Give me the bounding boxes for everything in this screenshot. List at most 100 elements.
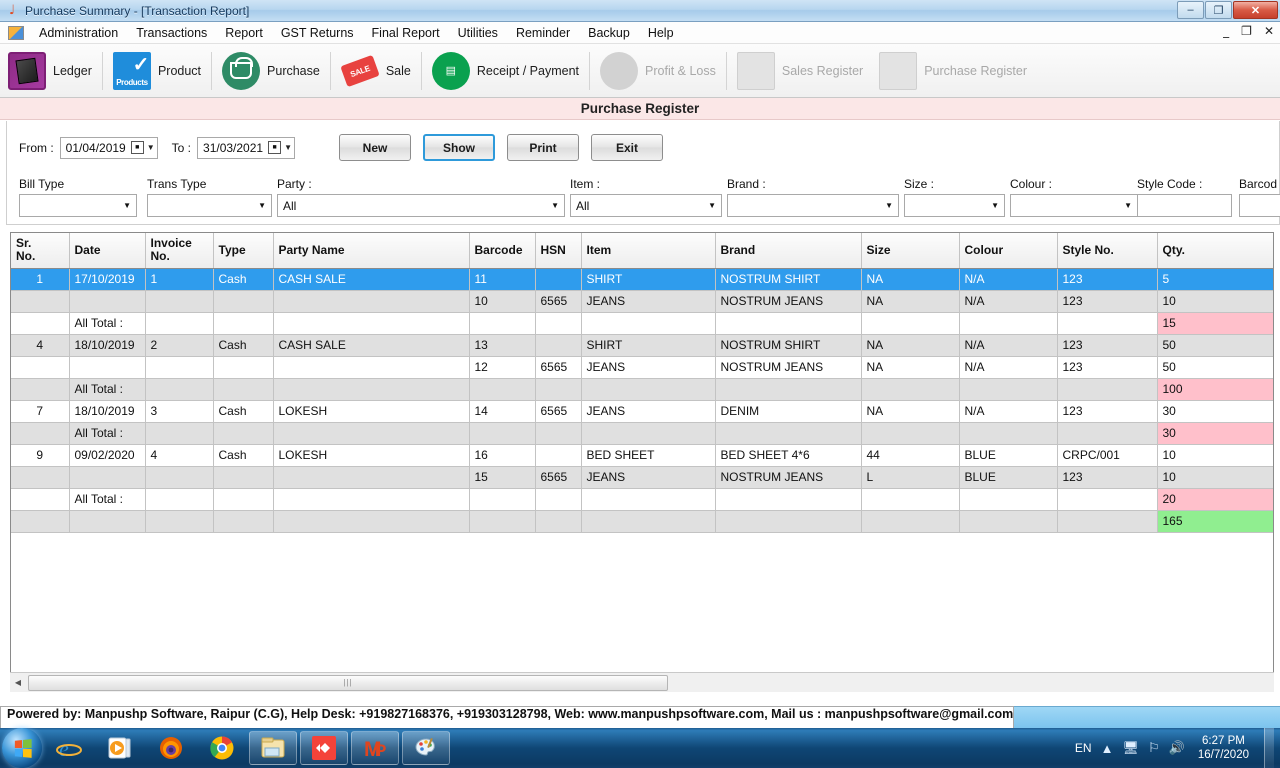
flag-icon[interactable]: ⚐	[1148, 740, 1160, 756]
from-date-input[interactable]: 01/04/2019 ■ ▼	[59, 136, 158, 159]
file-explorer-icon[interactable]	[249, 731, 297, 765]
table-row[interactable]: 7 18/10/2019 3 Cash LOKESH 14 6565 JEANS DENIM NA…	[11, 400, 1273, 423]
cell-type	[213, 312, 274, 335]
window-titlebar[interactable]: ♩ Purchase Summary - [Transaction Report…	[0, 0, 1280, 22]
network-icon[interactable]: 🖥	[1122, 740, 1139, 756]
print-button[interactable]: Print	[507, 134, 580, 161]
cell-barcode	[469, 422, 536, 445]
menu-item-gst-returns[interactable]: GST Returns	[272, 24, 363, 42]
col-header-invoice-no[interactable]: Invoice No.	[145, 233, 214, 269]
internet-explorer-icon[interactable]: e	[45, 731, 93, 765]
col-header-colour[interactable]: Colour	[959, 233, 1058, 269]
volume-icon[interactable]: 🔊	[1169, 740, 1185, 756]
mdi-minimize-button[interactable]: _	[1223, 24, 1229, 38]
trans-type-select[interactable]: ▼	[147, 194, 272, 217]
barcode-input[interactable]	[1239, 194, 1280, 217]
table-row[interactable]: All Total : 20	[11, 488, 1273, 511]
show-button[interactable]: Show	[423, 134, 496, 161]
menu-item-transactions[interactable]: Transactions	[127, 24, 216, 42]
col-header-brand[interactable]: Brand	[715, 233, 862, 269]
style-code-input[interactable]	[1137, 194, 1232, 217]
table-row[interactable]: All Total : 30	[11, 422, 1273, 445]
table-row[interactable]: 1 17/10/2019 1 Cash CASH SALE 11 SHIRT NOSTRUM …	[11, 268, 1273, 291]
clock[interactable]: 6:27 PM 16/7/2020	[1198, 734, 1249, 762]
language-indicator[interactable]: EN	[1075, 741, 1092, 755]
table-row[interactable]: 165	[11, 510, 1273, 533]
media-player-icon[interactable]	[96, 731, 144, 765]
purchase-register-grid[interactable]: Sr. No. Date Invoice No. Type Party Name B…	[10, 232, 1274, 692]
exit-button[interactable]: Exit	[591, 134, 664, 161]
toolbar-button-receipt-payment[interactable]: ▤ Receipt / Payment	[424, 44, 587, 98]
table-row[interactable]: 12 6565 JEANS NOSTRUM JEANS NA N/A 123 50	[11, 356, 1273, 379]
scroll-left-arrow-icon[interactable]: ◀	[10, 674, 26, 692]
table-row[interactable]: 4 18/10/2019 2 Cash CASH SALE 13 SHIRT NOSTRUM …	[11, 334, 1273, 357]
chrome-icon[interactable]	[198, 731, 246, 765]
show-hidden-icons-button[interactable]: ▲	[1101, 741, 1114, 756]
cell-date: All Total :	[69, 488, 146, 511]
table-row[interactable]: 9 09/02/2020 4 Cash LOKESH 16 BED SHEET BED SHE…	[11, 444, 1273, 467]
manpushp-app-icon[interactable]: MP	[351, 731, 399, 765]
toolbar-button-purchase[interactable]: Purchase	[214, 44, 328, 98]
menu-item-report[interactable]: Report	[216, 24, 272, 42]
table-row[interactable]: All Total : 15	[11, 312, 1273, 335]
mdi-restore-button[interactable]: ❐	[1241, 24, 1252, 38]
bill-type-select[interactable]: ▼	[19, 194, 137, 217]
menu-item-reminder[interactable]: Reminder	[507, 24, 579, 42]
footer-text: Powered by: Manpushp Software, Raipur (C…	[0, 706, 1015, 729]
grid-horizontal-scrollbar[interactable]: ◀ |||	[10, 672, 1274, 692]
filter-colour: Colour : ▼	[1010, 177, 1138, 217]
table-row[interactable]: All Total : 100	[11, 378, 1273, 401]
clock-time: 6:27 PM	[1202, 735, 1245, 747]
col-header-style-no[interactable]: Style No.	[1057, 233, 1158, 269]
close-button[interactable]: ✕	[1233, 1, 1278, 19]
menu-item-help[interactable]: Help	[639, 24, 683, 42]
firefox-icon[interactable]	[147, 731, 195, 765]
table-row[interactable]: 15 6565 JEANS NOSTRUM JEANS L BLUE 123 10	[11, 466, 1273, 489]
size-select[interactable]: ▼	[904, 194, 1005, 217]
col-header-date[interactable]: Date	[69, 233, 146, 269]
item-select[interactable]: All ▼	[570, 194, 722, 217]
calendar-icon[interactable]: ■	[130, 141, 144, 154]
mdi-close-button[interactable]: ✕	[1264, 24, 1274, 38]
menu-item-backup[interactable]: Backup	[579, 24, 639, 42]
chevron-down-icon: ▼	[123, 201, 131, 210]
menu-item-administration[interactable]: Administration	[30, 24, 127, 42]
toolbar-button-sale[interactable]: SALE Sale	[333, 44, 419, 98]
calendar-icon[interactable]: ■	[268, 141, 282, 154]
minimize-button[interactable]: –	[1177, 1, 1204, 19]
party-select[interactable]: All ▼	[277, 194, 565, 217]
col-header-size[interactable]: Size	[861, 233, 960, 269]
colour-select[interactable]: ▼	[1010, 194, 1138, 217]
new-button[interactable]: New	[339, 134, 412, 161]
menu-bar: Administration Transactions Report GST R…	[0, 22, 1280, 44]
col-header-qty[interactable]: Qty.	[1157, 233, 1273, 269]
cell-date	[69, 510, 146, 533]
show-desktop-button[interactable]	[1264, 728, 1274, 768]
toolbar-button-profit-loss[interactable]: Profit & Loss	[592, 44, 724, 98]
col-header-sr-no[interactable]: Sr. No.	[11, 233, 70, 269]
toolbar-button-product[interactable]: Products Product	[105, 44, 209, 98]
paint-icon[interactable]	[402, 731, 450, 765]
chevron-down-icon[interactable]: ▼	[147, 143, 155, 152]
menu-item-final-report[interactable]: Final Report	[363, 24, 449, 42]
toolbar-button-ledger[interactable]: Ledger	[0, 44, 100, 98]
col-header-type[interactable]: Type	[213, 233, 274, 269]
toolbar-button-sales-register[interactable]: Sales Register	[729, 44, 871, 98]
table-row[interactable]: 10 6565 JEANS NOSTRUM JEANS NA N/A 123 10	[11, 290, 1273, 313]
col-header-item[interactable]: Item	[581, 233, 716, 269]
start-orb-icon[interactable]	[2, 728, 42, 768]
col-header-hsn[interactable]: HSN	[535, 233, 582, 269]
toolbar-button-purchase-register[interactable]: Purchase Register	[871, 44, 1035, 98]
cell-date	[69, 290, 146, 313]
col-header-barcode[interactable]: Barcode	[469, 233, 536, 269]
restore-button[interactable]: ❐	[1205, 1, 1232, 19]
cell-party-name	[273, 488, 470, 511]
cell-sr-no	[11, 422, 70, 445]
scrollbar-thumb[interactable]: |||	[28, 674, 668, 691]
menu-item-utilities[interactable]: Utilities	[449, 24, 507, 42]
brand-select[interactable]: ▼	[727, 194, 899, 217]
col-header-party-name[interactable]: Party Name	[273, 233, 470, 269]
red-app-icon[interactable]	[300, 731, 348, 765]
chevron-down-icon[interactable]: ▼	[284, 143, 292, 152]
to-date-input[interactable]: 31/03/2021 ■ ▼	[197, 136, 296, 159]
